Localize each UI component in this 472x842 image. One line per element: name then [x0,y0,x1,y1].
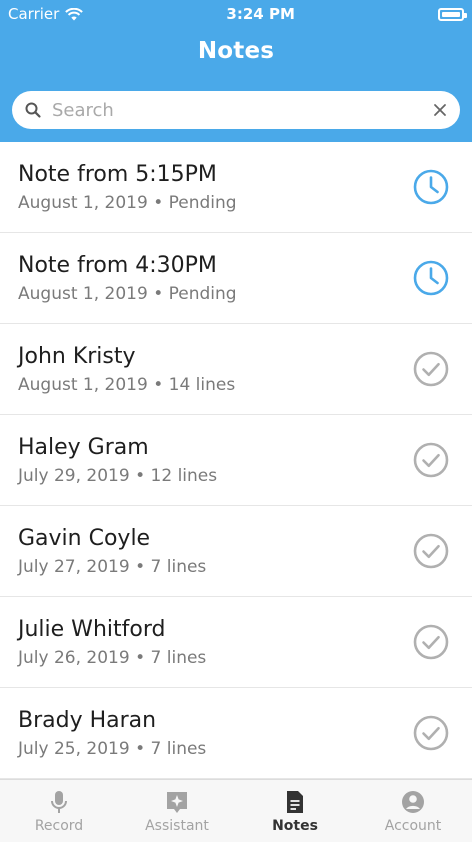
checkmark-circle-icon [413,624,449,660]
note-text: John Kristy August 1, 2019 • 14 lines [18,344,235,395]
status-bar: Carrier 3:24 PM [0,0,472,28]
note-text: Gavin Coyle July 27, 2019 • 7 lines [18,526,206,577]
checkmark-circle-icon [413,442,449,478]
note-subtitle: August 1, 2019 • 14 lines [18,375,235,395]
tab-notes[interactable]: Notes [236,780,354,842]
clear-icon[interactable] [432,102,448,118]
note-detail: 14 lines [168,374,236,395]
document-icon [287,790,303,813]
note-subtitle: July 27, 2019 • 7 lines [18,557,206,577]
tab-label: Record [34,817,84,834]
tab-account[interactable]: Account [354,780,472,842]
bullet-separator: • [147,374,169,395]
clock-icon [413,260,449,296]
note-date: July 29, 2019 [18,465,130,486]
tab-label: Assistant [145,817,209,834]
note-text: Note from 4:30PM August 1, 2019 • Pending [18,253,237,304]
checkmark-circle-icon [413,715,449,751]
note-text: Haley Gram July 29, 2019 • 12 lines [18,435,217,486]
note-text: Note from 5:15PM August 1, 2019 • Pending [18,162,237,213]
bullet-separator: • [129,738,151,759]
note-detail: 7 lines [150,647,207,668]
note-detail: Pending [168,192,237,213]
tab-assistant[interactable]: Assistant [118,780,236,842]
search-icon [25,102,41,118]
note-date: July 26, 2019 [18,647,130,668]
clock-icon [413,169,449,205]
tab-label: Account [384,817,442,834]
note-row[interactable]: John Kristy August 1, 2019 • 14 lines [0,324,472,415]
note-row[interactable]: Julie Whitford July 26, 2019 • 7 lines [0,597,472,688]
checkmark-circle-icon [413,533,449,569]
note-detail: 12 lines [150,465,218,486]
note-title: Note from 5:15PM [18,161,217,187]
note-title: Gavin Coyle [18,525,151,551]
bullet-separator: • [129,647,151,668]
header: Carrier 3:24 PM Notes [0,0,472,142]
note-text: Julie Whitford July 26, 2019 • 7 lines [18,617,206,668]
carrier-label: Carrier [8,5,60,23]
bullet-separator: • [147,192,169,213]
note-row[interactable]: Brady Haran July 25, 2019 • 7 lines [0,688,472,779]
search-input[interactable] [50,98,432,122]
battery-icon [437,7,467,21]
note-detail: 7 lines [150,556,207,577]
page-title: Notes [197,38,275,64]
person-icon [402,790,424,813]
note-subtitle: July 26, 2019 • 7 lines [18,648,206,668]
notes-list: Note from 5:15PM August 1, 2019 • Pending… [0,142,472,779]
note-date: August 1, 2019 [18,374,148,395]
note-date: August 1, 2019 [18,283,148,304]
bullet-separator: • [129,465,151,486]
note-title: Note from 4:30PM [18,252,217,278]
tab-record[interactable]: Record [0,780,118,842]
checkmark-circle-icon [413,351,449,387]
note-title: John Kristy [18,343,136,369]
note-detail: Pending [168,283,237,304]
microphone-icon [51,790,67,813]
bullet-separator: • [129,556,151,577]
note-subtitle: August 1, 2019 • Pending [18,193,237,213]
wifi-icon [65,7,84,20]
note-title: Haley Gram [18,434,149,460]
note-row[interactable]: Note from 5:15PM August 1, 2019 • Pending [0,142,472,233]
note-text: Brady Haran July 25, 2019 • 7 lines [18,708,206,759]
bullet-separator: • [147,283,169,304]
search-bar[interactable] [12,91,460,129]
tab-label: Notes [272,817,318,834]
note-row[interactable]: Note from 4:30PM August 1, 2019 • Pending [0,233,472,324]
note-subtitle: July 29, 2019 • 12 lines [18,466,217,486]
note-date: July 25, 2019 [18,738,130,759]
note-title: Brady Haran [18,707,157,733]
status-time: 3:24 PM [226,5,295,23]
note-date: August 1, 2019 [18,192,148,213]
note-subtitle: July 25, 2019 • 7 lines [18,739,206,759]
sparkle-icon [167,791,187,813]
tab-bar: Record Assistant Notes Account [0,779,472,842]
note-date: July 27, 2019 [18,556,130,577]
note-title: Julie Whitford [18,616,166,642]
note-detail: 7 lines [150,738,207,759]
note-row[interactable]: Gavin Coyle July 27, 2019 • 7 lines [0,506,472,597]
note-row[interactable]: Haley Gram July 29, 2019 • 12 lines [0,415,472,506]
note-subtitle: August 1, 2019 • Pending [18,284,237,304]
